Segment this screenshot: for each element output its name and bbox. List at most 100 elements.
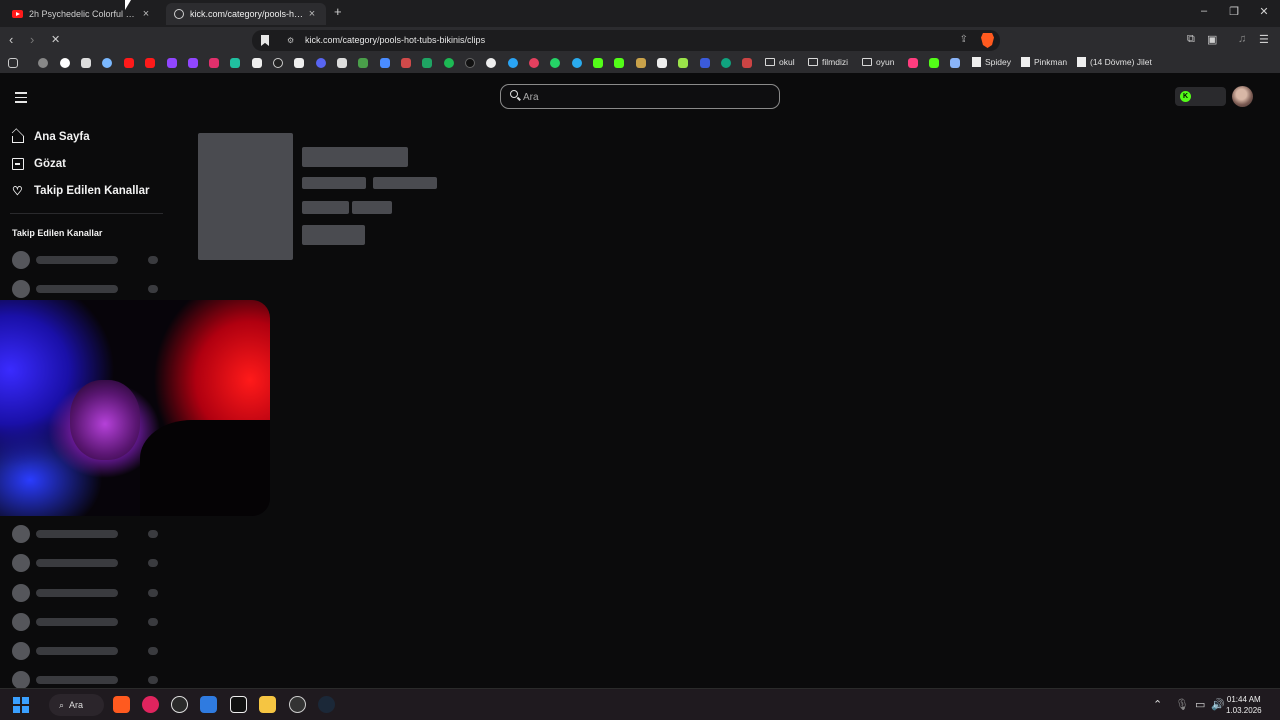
stop-loading-icon[interactable]: ✕ <box>51 33 60 46</box>
whatsapp-icon[interactable] <box>550 58 560 68</box>
apps-icon[interactable] <box>8 58 18 68</box>
bookmark-icon[interactable] <box>261 35 269 46</box>
translate-icon[interactable] <box>380 58 390 68</box>
picture-in-picture-video[interactable] <box>0 300 270 516</box>
bookmark-site-icon[interactable] <box>950 58 960 68</box>
close-window-icon[interactable]: ✕ <box>1254 5 1274 18</box>
x-icon[interactable] <box>252 58 262 68</box>
menu-toggle-icon[interactable] <box>15 92 27 106</box>
bookmark-site-icon[interactable] <box>337 58 347 68</box>
extensions-icon[interactable]: ⧉ <box>1187 33 1195 46</box>
globe-icon <box>174 9 184 19</box>
microphone-icon[interactable]: 🎙 <box>1175 698 1189 711</box>
kick-icon[interactable] <box>614 58 624 68</box>
sidebar-item-browse[interactable]: Gözat <box>12 158 66 170</box>
windows-start-icon[interactable] <box>13 697 29 713</box>
search-box[interactable] <box>500 84 780 109</box>
folder-icon <box>765 58 775 66</box>
share-icon[interactable]: ⇪ <box>960 34 968 45</box>
bookmark-site-icon[interactable] <box>908 58 918 68</box>
bookmark-site-icon[interactable] <box>529 58 539 68</box>
kick-status-button[interactable]: K <box>1175 87 1226 106</box>
bookmark-site-icon[interactable] <box>358 58 368 68</box>
address-bar[interactable]: ⚙ kick.com/category/pools-hot-tubs-bikin… <box>252 30 1000 51</box>
chrome-app-icon[interactable] <box>289 696 306 713</box>
search-app-icon[interactable] <box>171 696 188 713</box>
sidebar-toggle-icon[interactable]: ▣ <box>1207 33 1217 46</box>
restore-icon[interactable]: ❐ <box>1224 5 1244 18</box>
follow-button-skeleton <box>302 225 365 245</box>
bookmark-site-icon[interactable] <box>678 58 688 68</box>
bookmark-jilet[interactable]: (14 Dövme) Jilet <box>1077 57 1152 67</box>
github-icon[interactable] <box>486 58 496 68</box>
menu-icon[interactable]: ☰ <box>1259 33 1269 46</box>
brave-shields-icon[interactable] <box>981 33 994 48</box>
youtube-icon[interactable] <box>145 58 155 68</box>
history-icon[interactable] <box>38 58 48 68</box>
search-input[interactable] <box>523 89 763 105</box>
tiktok-icon[interactable] <box>294 58 304 68</box>
gemini-icon[interactable] <box>102 58 112 68</box>
youtube-icon[interactable] <box>124 58 134 68</box>
chatgpt-icon[interactable] <box>721 58 731 68</box>
new-tab-button[interactable]: + <box>334 4 342 19</box>
bookmark-site-icon[interactable] <box>636 58 646 68</box>
bookmark-label: filmdizi <box>822 57 848 67</box>
network-icon[interactable]: ▭ <box>1195 698 1205 711</box>
avatar[interactable] <box>1232 86 1253 107</box>
tab-youtube[interactable]: 2h Psychedelic Colorful Neon Ba × <box>4 3 160 25</box>
bookmark-folder-okul[interactable]: okul <box>765 57 795 67</box>
video-subject <box>70 380 140 460</box>
sidebar-item-following[interactable]: ♡ Takip Edilen Kanallar <box>12 185 149 197</box>
minimize-icon[interactable]: – <box>1194 5 1214 17</box>
bookmark-site-icon[interactable] <box>230 58 240 68</box>
clock-date: 1.03.2026 <box>1226 706 1262 715</box>
forward-icon[interactable]: › <box>30 32 34 47</box>
page-icon <box>972 57 981 67</box>
brave-app-icon[interactable] <box>113 696 130 713</box>
telegram-icon[interactable] <box>572 58 582 68</box>
file-explorer-icon[interactable] <box>259 696 276 713</box>
sidebar-item-label: Takip Edilen Kanallar <box>34 185 150 197</box>
bookmark-pinkman[interactable]: Pinkman <box>1021 57 1067 67</box>
system-clock[interactable]: 01:44 AM 1.03.2026 <box>1226 694 1262 716</box>
steam-app-icon[interactable] <box>318 696 335 713</box>
capcut-app-icon[interactable] <box>230 696 247 713</box>
back-icon[interactable]: ‹ <box>9 32 13 47</box>
media-player-app-icon[interactable] <box>142 696 159 713</box>
site-settings-icon[interactable]: ⚙ <box>287 36 294 45</box>
bookmark-site-icon[interactable] <box>508 58 518 68</box>
google-icon[interactable] <box>60 58 70 68</box>
kick-icon[interactable] <box>593 58 603 68</box>
close-icon[interactable]: × <box>140 8 152 20</box>
twitch-icon[interactable] <box>188 58 198 68</box>
clock-time: 01:44 AM <box>1226 695 1261 704</box>
discord-icon[interactable] <box>316 58 326 68</box>
kick-icon[interactable] <box>929 58 939 68</box>
photos-app-icon[interactable] <box>200 696 217 713</box>
bookmark-site-icon[interactable] <box>742 58 752 68</box>
taskbar-search[interactable]: ⌕ Ara <box>49 694 104 716</box>
close-icon[interactable]: × <box>306 8 318 20</box>
bookmark-spidey[interactable]: Spidey <box>972 57 1011 67</box>
bookmark-site-icon[interactable] <box>657 58 667 68</box>
bookmark-folder-filmdizi[interactable]: filmdizi <box>808 57 848 67</box>
tray-overflow-icon[interactable]: ⌃ <box>1153 698 1162 711</box>
threads-icon[interactable] <box>273 58 283 68</box>
bookmark-site-icon[interactable] <box>81 58 91 68</box>
twitch-icon[interactable] <box>167 58 177 68</box>
bookmark-site-icon[interactable] <box>700 58 710 68</box>
tab-kick[interactable]: kick.com/category/pools-hot-tubs-bikinis… <box>166 3 326 25</box>
sidebar-item-label: Ana Sayfa <box>34 131 90 143</box>
spotify-icon[interactable] <box>444 58 454 68</box>
tab-title: kick.com/category/pools-hot-tubs-bikinis… <box>190 9 306 19</box>
instagram-icon[interactable] <box>209 58 219 68</box>
bookmark-site-icon[interactable] <box>465 58 475 68</box>
url-text[interactable]: kick.com/category/pools-hot-tubs-bikinis… <box>305 35 485 45</box>
bookmark-folder-oyun[interactable]: oyun <box>862 57 894 67</box>
sidebar-item-home[interactable]: Ana Sayfa <box>12 131 90 143</box>
media-icon[interactable]: ♫ <box>1238 33 1246 45</box>
volume-icon[interactable]: 🔊 <box>1211 698 1225 711</box>
bookmark-site-icon[interactable] <box>401 58 411 68</box>
drive-icon[interactable] <box>422 58 432 68</box>
